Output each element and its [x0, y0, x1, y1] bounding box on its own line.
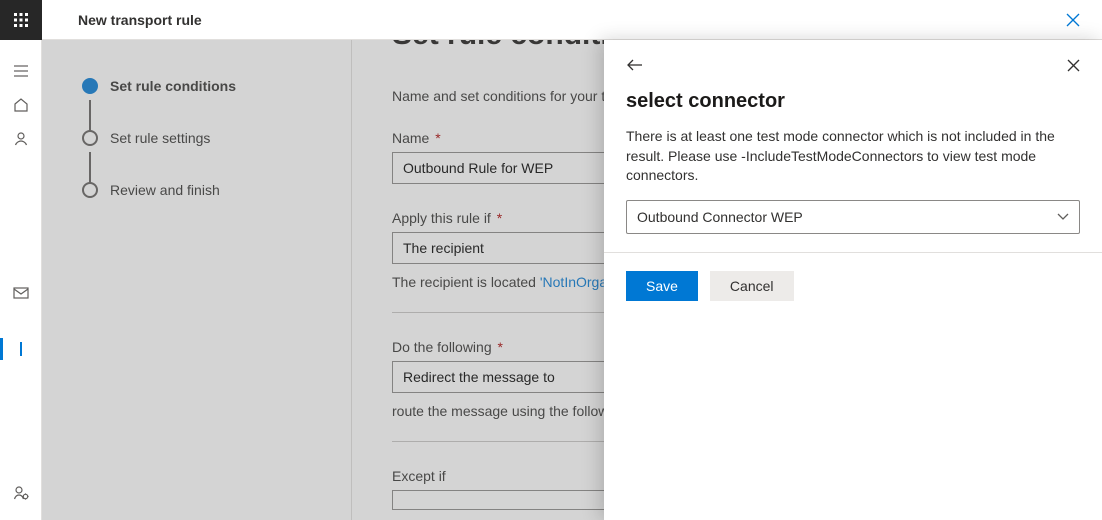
nav-home[interactable]: [0, 88, 42, 122]
step-circle-icon: [82, 78, 98, 94]
step-conditions[interactable]: Set rule conditions: [82, 78, 331, 94]
nav-menu[interactable]: [0, 54, 42, 88]
panel-header: New transport rule: [42, 0, 1102, 40]
chevron-down-icon: [1057, 213, 1069, 221]
mail-icon: [13, 287, 29, 299]
nav-person[interactable]: [0, 122, 42, 156]
flyout-close-button[interactable]: [1063, 55, 1084, 76]
nav-mail[interactable]: [0, 276, 42, 310]
step-label: Set rule settings: [110, 130, 210, 146]
step-label: Review and finish: [110, 182, 220, 198]
person-icon: [13, 131, 29, 147]
step-circle-icon: [82, 130, 98, 146]
left-rail: [0, 0, 42, 520]
flyout-description: There is at least one test mode connecto…: [626, 127, 1080, 186]
panel-title: New transport rule: [78, 12, 202, 28]
waffle-icon: [13, 12, 29, 28]
waffle-button[interactable]: [0, 0, 42, 40]
wizard-steps: Set rule conditions Set rule settings Re…: [42, 40, 352, 520]
connector-select-value: Outbound Connector WEP: [637, 209, 803, 225]
step-circle-icon: [82, 182, 98, 198]
close-icon: [1066, 13, 1080, 27]
panel-close-button[interactable]: [1062, 9, 1084, 31]
step-label: Set rule conditions: [110, 78, 236, 94]
save-button[interactable]: Save: [626, 271, 698, 301]
admin-icon: [13, 485, 29, 501]
rules-icon: [19, 341, 23, 357]
step-review[interactable]: Review and finish: [82, 182, 331, 198]
select-connector-flyout: select connector There is at least one t…: [604, 40, 1102, 520]
flyout-title: select connector: [626, 90, 1080, 113]
cancel-button[interactable]: Cancel: [710, 271, 794, 301]
back-arrow-icon: [626, 58, 644, 72]
flyout-back-button[interactable]: [622, 54, 648, 76]
connector-select[interactable]: Outbound Connector WEP: [626, 200, 1080, 234]
nav-rules[interactable]: [0, 332, 42, 366]
nav-admin[interactable]: [0, 476, 42, 510]
close-icon: [1067, 59, 1080, 72]
step-settings[interactable]: Set rule settings: [82, 130, 331, 146]
home-icon: [13, 97, 29, 113]
menu-icon: [13, 64, 29, 78]
